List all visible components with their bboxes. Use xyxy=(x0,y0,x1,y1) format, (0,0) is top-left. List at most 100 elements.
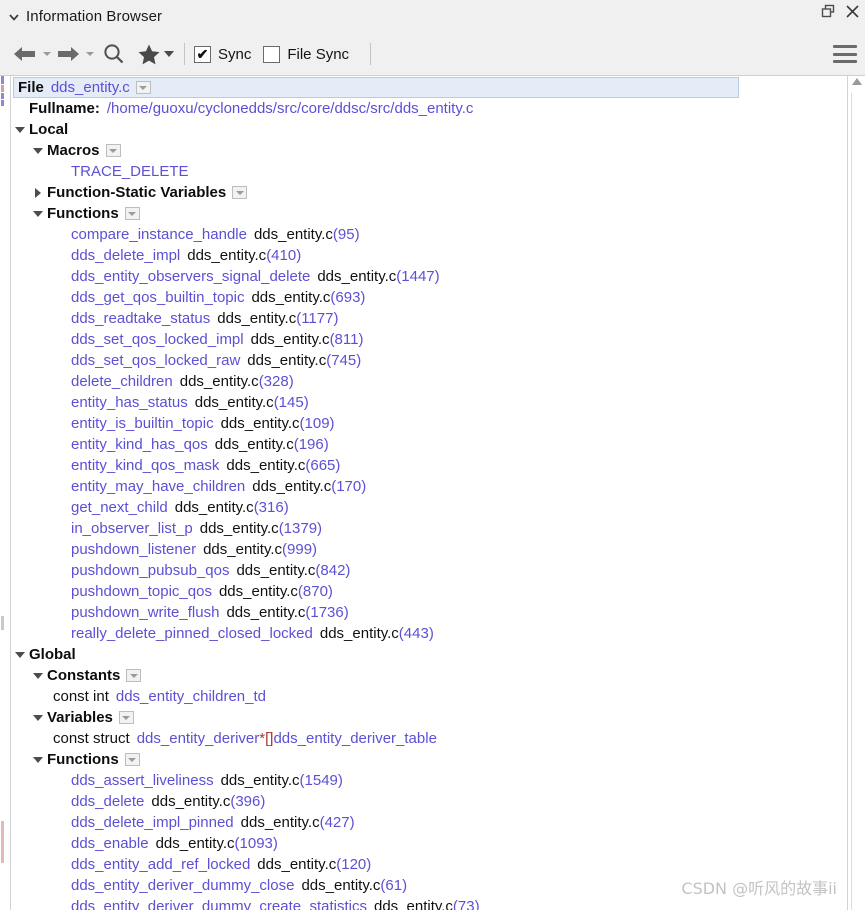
global-functions-chevron-down-icon[interactable] xyxy=(124,753,140,766)
function-location[interactable]: dds_entity.c(170) xyxy=(252,478,366,495)
tree-row-function[interactable]: dds_delete_impl_pinned dds_entity.c(427) xyxy=(11,812,847,833)
tree-row-function[interactable]: dds_set_qos_locked_raw dds_entity.c(745) xyxy=(11,350,847,371)
function-location[interactable]: dds_entity.c(1736) xyxy=(226,604,348,621)
tree-row-function[interactable]: dds_readtake_status dds_entity.c(1177) xyxy=(11,308,847,329)
tree-row-function[interactable]: pushdown_write_flush dds_entity.c(1736) xyxy=(11,602,847,623)
function-name-link[interactable]: entity_may_have_children xyxy=(71,478,245,495)
tree-row-function[interactable]: delete_children dds_entity.c(328) xyxy=(11,371,847,392)
file-chevron-down-icon[interactable] xyxy=(135,81,151,94)
search-button[interactable] xyxy=(100,38,128,70)
tree-row-function[interactable]: entity_kind_has_qos dds_entity.c(196) xyxy=(11,434,847,455)
tree-row-global[interactable]: Global xyxy=(11,644,847,665)
function-location[interactable]: dds_entity.c(328) xyxy=(180,373,294,390)
tree-row-function[interactable]: in_observer_list_p dds_entity.c(1379) xyxy=(11,518,847,539)
function-name-link[interactable]: in_observer_list_p xyxy=(71,520,193,537)
file-name-link[interactable]: dds_entity.c xyxy=(51,79,130,96)
function-location[interactable]: dds_entity.c(1447) xyxy=(317,268,439,285)
tree-row-function[interactable]: dds_set_qos_locked_impl dds_entity.c(811) xyxy=(11,329,847,350)
forward-history-chevron-down-icon[interactable] xyxy=(83,38,96,70)
function-name-link[interactable]: dds_entity_deriver_dummy_create_statisti… xyxy=(71,898,367,910)
function-location[interactable]: dds_entity.c(61) xyxy=(301,877,407,894)
function-location[interactable]: dds_entity.c(1093) xyxy=(156,835,278,852)
local-expander-triangle-down-icon[interactable] xyxy=(11,126,29,133)
close-icon[interactable] xyxy=(843,2,861,20)
tree-row-variables[interactable]: Variables xyxy=(11,707,847,728)
sync-checkbox-box[interactable]: ✔ xyxy=(194,45,211,63)
function-name-link[interactable]: pushdown_topic_qos xyxy=(71,583,212,600)
fullname-path-link[interactable]: /home/guoxu/cyclonedds/src/core/ddsc/src… xyxy=(107,100,474,117)
global-functions-expander-triangle-down-icon[interactable] xyxy=(29,756,47,763)
tree-row-macros[interactable]: Macros xyxy=(11,140,847,161)
constants-expander-triangle-down-icon[interactable] xyxy=(29,672,47,679)
function-location[interactable]: dds_entity.c(811) xyxy=(251,331,364,348)
variable-name-link[interactable]: dds_entity_deriver_table xyxy=(273,730,436,747)
favorites-chevron-down-icon[interactable] xyxy=(162,38,175,70)
function-location[interactable]: dds_entity.c(120) xyxy=(257,856,371,873)
function-location[interactable]: dds_entity.c(196) xyxy=(215,436,329,453)
function-name-link[interactable]: dds_readtake_status xyxy=(71,310,210,327)
tree-row-function[interactable]: dds_delete dds_entity.c(396) xyxy=(11,791,847,812)
tree-row-function[interactable]: pushdown_listener dds_entity.c(999) xyxy=(11,539,847,560)
function-name-link[interactable]: dds_set_qos_locked_impl xyxy=(71,331,244,348)
function-location[interactable]: dds_entity.c(427) xyxy=(241,814,355,831)
function-location[interactable]: dds_entity.c(443) xyxy=(320,625,434,642)
function-location[interactable]: dds_entity.c(73) xyxy=(374,898,480,910)
function-name-link[interactable]: entity_is_builtin_topic xyxy=(71,415,214,432)
function-location[interactable]: dds_entity.c(410) xyxy=(187,247,301,264)
function-location[interactable]: dds_entity.c(316) xyxy=(175,499,289,516)
macros-chevron-down-icon[interactable] xyxy=(105,144,121,157)
restore-window-icon[interactable] xyxy=(819,2,837,20)
function-static-variables-expander-triangle-right-icon[interactable] xyxy=(29,187,47,198)
tree-row-function[interactable]: dds_get_qos_builtin_topic dds_entity.c(69… xyxy=(11,287,847,308)
variable-struct-link[interactable]: dds_entity_deriver xyxy=(137,730,260,747)
function-name-link[interactable]: entity_kind_has_qos xyxy=(71,436,208,453)
tree-row-function[interactable]: dds_entity_deriver_dummy_create_statisti… xyxy=(11,896,847,910)
collapse-panel-chevron-down-icon[interactable] xyxy=(4,7,24,27)
tree-row-global-functions[interactable]: Functions xyxy=(11,749,847,770)
function-name-link[interactable]: pushdown_write_flush xyxy=(71,604,219,621)
scrollbar-track[interactable] xyxy=(851,93,852,910)
tree-row-function[interactable]: entity_has_status dds_entity.c(145) xyxy=(11,392,847,413)
function-name-link[interactable]: dds_delete xyxy=(71,793,144,810)
favorites-star-button[interactable] xyxy=(136,38,162,70)
function-name-link[interactable]: dds_entity_add_ref_locked xyxy=(71,856,250,873)
function-name-link[interactable]: dds_entity_observers_signal_delete xyxy=(71,268,310,285)
function-name-link[interactable]: entity_kind_qos_mask xyxy=(71,457,219,474)
tree-row-function[interactable]: dds_entity_deriver_dummy_close dds_entity… xyxy=(11,875,847,896)
function-name-link[interactable]: delete_children xyxy=(71,373,173,390)
back-history-chevron-down-icon[interactable] xyxy=(40,38,53,70)
constants-chevron-down-icon[interactable] xyxy=(126,669,142,682)
function-name-link[interactable]: dds_delete_impl xyxy=(71,247,180,264)
function-location[interactable]: dds_entity.c(665) xyxy=(226,457,340,474)
function-location[interactable]: dds_entity.c(1379) xyxy=(200,520,322,537)
function-name-link[interactable]: dds_set_qos_locked_raw xyxy=(71,352,240,369)
tree-row-local-functions[interactable]: Functions xyxy=(11,203,847,224)
function-location[interactable]: dds_entity.c(999) xyxy=(203,541,317,558)
tree-row-local[interactable]: Local xyxy=(11,119,847,140)
function-name-link[interactable]: compare_instance_handle xyxy=(71,226,247,243)
sync-checkbox[interactable]: ✔ Sync xyxy=(194,45,261,63)
function-name-link[interactable]: really_delete_pinned_closed_locked xyxy=(71,625,313,642)
function-name-link[interactable]: dds_entity_deriver_dummy_close xyxy=(71,877,294,894)
tree-row-function[interactable]: dds_delete_impl dds_entity.c(410) xyxy=(11,245,847,266)
tree-row-function[interactable]: entity_kind_qos_mask dds_entity.c(665) xyxy=(11,455,847,476)
function-static-variables-chevron-down-icon[interactable] xyxy=(232,186,248,199)
function-name-link[interactable]: pushdown_listener xyxy=(71,541,196,558)
tree-row-function[interactable]: really_delete_pinned_closed_locked dds_en… xyxy=(11,623,847,644)
function-name-link[interactable]: dds_assert_liveliness xyxy=(71,772,214,789)
function-name-link[interactable]: dds_get_qos_builtin_topic xyxy=(71,289,244,306)
tree-row-constant-item[interactable]: const int dds_entity_children_td xyxy=(11,686,847,707)
forward-button[interactable] xyxy=(53,38,83,70)
vertical-scrollbar[interactable] xyxy=(847,76,865,910)
function-location[interactable]: dds_entity.c(1177) xyxy=(217,310,338,327)
tree-row-file[interactable]: File dds_entity.c xyxy=(13,77,739,98)
function-name-link[interactable]: dds_enable xyxy=(71,835,149,852)
local-functions-chevron-down-icon[interactable] xyxy=(124,207,140,220)
tree-row-function[interactable]: dds_entity_add_ref_locked dds_entity.c(12… xyxy=(11,854,847,875)
tree-row-function-static-variables[interactable]: Function-Static Variables xyxy=(11,182,847,203)
scroll-up-arrow-icon[interactable] xyxy=(851,78,862,85)
back-button[interactable] xyxy=(10,38,40,70)
function-location[interactable]: dds_entity.c(870) xyxy=(219,583,333,600)
function-name-link[interactable]: pushdown_pubsub_qos xyxy=(71,562,229,579)
tree-row-function[interactable]: get_next_child dds_entity.c(316) xyxy=(11,497,847,518)
